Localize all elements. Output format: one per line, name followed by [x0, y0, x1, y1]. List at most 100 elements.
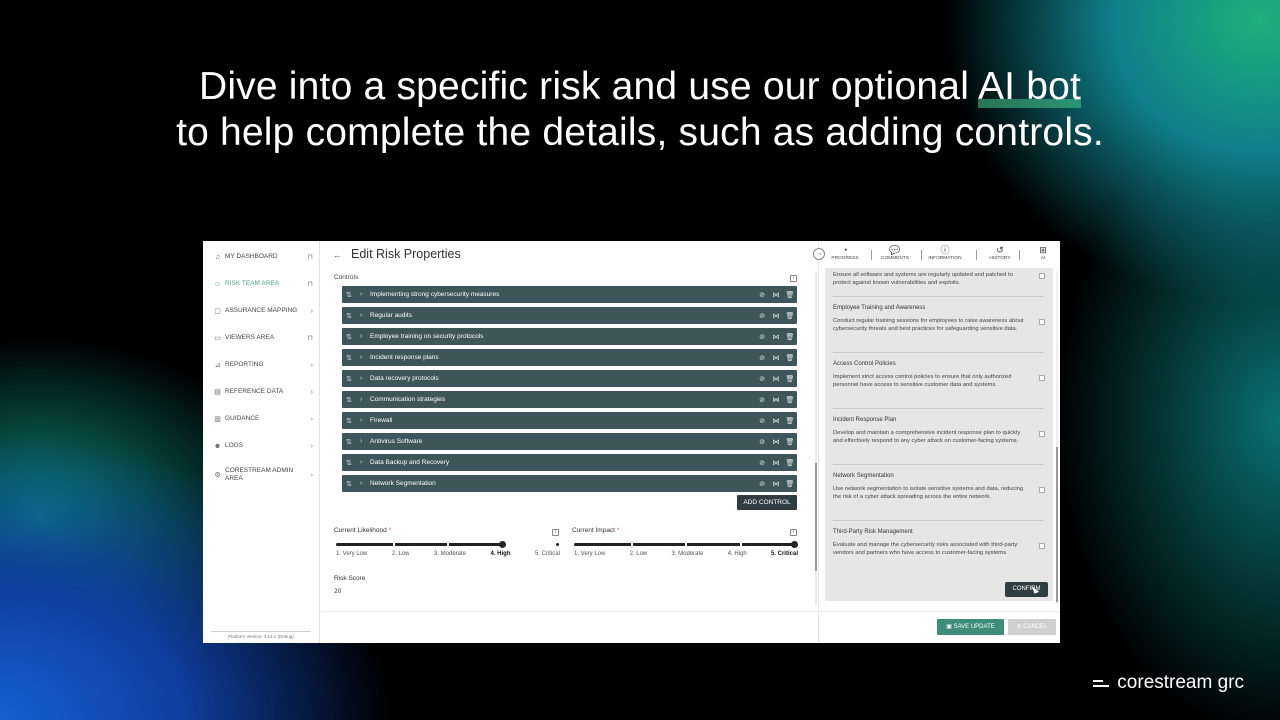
panel-scrollbar-thumb[interactable]: [1056, 447, 1058, 602]
info-icon[interactable]: i: [790, 529, 797, 536]
suggestion-checkbox[interactable]: [1039, 431, 1045, 437]
slider-option[interactable]: 5. Critical: [535, 551, 560, 557]
chevron-right-icon[interactable]: ›: [360, 375, 370, 382]
likelihood-slider[interactable]: 1. Very Low 2. Low 3. Moderate 4. High 5. Cr…: [336, 541, 560, 561]
sidebar-item-corestream-admin-area[interactable]: ⚙ CORESTREAM ADMIN AREA ›: [213, 466, 313, 484]
delete-icon[interactable]: 🗑: [783, 417, 797, 425]
sidebar-item-guidance[interactable]: ▥ GUIDANCE ›: [213, 412, 313, 426]
delete-icon[interactable]: 🗑: [783, 459, 797, 467]
sidebar-item-my-dashboard[interactable]: ♫ MY DASHBOARD ⊓: [213, 250, 313, 264]
back-arrow-icon[interactable]: ←: [333, 250, 342, 260]
chevron-right-icon[interactable]: ›: [360, 291, 370, 298]
chevron-right-icon[interactable]: ›: [360, 396, 370, 403]
chevron-right-icon[interactable]: ›: [360, 417, 370, 424]
impact-slider[interactable]: 1. Very Low 2. Low 3. Moderate 4. High 5. Cr…: [574, 541, 798, 561]
bookmark-icon[interactable]: ⊓: [305, 253, 313, 261]
suggestion-checkbox[interactable]: [1039, 273, 1045, 279]
slider-option[interactable]: 2. Low: [392, 551, 410, 557]
bookmark-icon[interactable]: ⊓: [305, 334, 313, 342]
tab-progress[interactable]: ◔ PROGRESS: [825, 244, 865, 261]
info-icon[interactable]: i: [552, 529, 559, 536]
slider-track[interactable]: [336, 543, 504, 546]
drag-handle-icon[interactable]: ⇅: [346, 459, 360, 467]
drag-handle-icon[interactable]: ⇅: [346, 480, 360, 488]
chevron-right-icon[interactable]: ›: [360, 333, 370, 340]
tab-ai[interactable]: ⊞ AI: [1023, 244, 1060, 261]
unlink-icon[interactable]: ⋈: [769, 480, 783, 488]
unlink-icon[interactable]: ⋈: [769, 396, 783, 404]
scrollbar-thumb[interactable]: [815, 463, 817, 571]
link-icon[interactable]: ⊘: [755, 291, 769, 299]
control-row[interactable]: ⇅ › Incident response plans ⊘ ⋈ 🗑: [342, 349, 797, 366]
slider-option[interactable]: 1. Very Low: [574, 551, 605, 557]
slider-option[interactable]: 3. Moderate: [671, 551, 703, 557]
sidebar-item-assurance-mapping[interactable]: ▢ ASSURANCE MAPPING ›: [213, 304, 313, 318]
link-icon[interactable]: ⊘: [755, 438, 769, 446]
control-row[interactable]: ⇅ › Antivirus Software ⊘ ⋈ 🗑: [342, 433, 797, 450]
unlink-icon[interactable]: ⋈: [769, 354, 783, 362]
bookmark-icon[interactable]: ⊓: [305, 280, 313, 288]
drag-handle-icon[interactable]: ⇅: [346, 438, 360, 446]
slider-handle[interactable]: [499, 541, 506, 548]
link-icon[interactable]: ⊘: [755, 375, 769, 383]
confirm-button[interactable]: CONFIRM: [1005, 582, 1048, 597]
link-icon[interactable]: ⊘: [755, 459, 769, 467]
control-row[interactable]: ⇅ › Regular audits ⊘ ⋈ 🗑: [342, 307, 797, 324]
drag-handle-icon[interactable]: ⇅: [346, 354, 360, 362]
control-row[interactable]: ⇅ › Communication strategies ⊘ ⋈ 🗑: [342, 391, 797, 408]
chevron-right-icon[interactable]: ›: [360, 480, 370, 487]
chevron-right-icon[interactable]: ›: [360, 354, 370, 361]
link-icon[interactable]: ⊘: [755, 354, 769, 362]
suggestion-checkbox[interactable]: [1039, 375, 1045, 381]
slider-option[interactable]: 3. Moderate: [434, 551, 466, 557]
slider-option[interactable]: 2. Low: [630, 551, 648, 557]
suggestion-checkbox[interactable]: [1039, 543, 1045, 549]
suggestion-checkbox[interactable]: [1039, 487, 1045, 493]
drag-handle-icon[interactable]: ⇅: [346, 291, 360, 299]
unlink-icon[interactable]: ⋈: [769, 333, 783, 341]
tab-information[interactable]: ⓘ INFORMATION: [925, 244, 965, 261]
delete-icon[interactable]: 🗑: [783, 333, 797, 341]
link-icon[interactable]: ⊘: [755, 480, 769, 488]
control-row[interactable]: ⇅ › Employee training on security protocol…: [342, 328, 797, 345]
link-icon[interactable]: ⊘: [755, 396, 769, 404]
unlink-icon[interactable]: ⋈: [769, 375, 783, 383]
delete-icon[interactable]: 🗑: [783, 312, 797, 320]
link-icon[interactable]: ⊘: [755, 312, 769, 320]
suggestion-checkbox[interactable]: [1039, 319, 1045, 325]
sidebar-item-reference-data[interactable]: ▤ REFERENCE DATA ›: [213, 385, 313, 399]
unlink-icon[interactable]: ⋈: [769, 417, 783, 425]
cancel-button[interactable]: ⊘ CANCEL: [1008, 619, 1056, 635]
control-row[interactable]: ⇅ › Data Backup and Recovery ⊘ ⋈ 🗑: [342, 454, 797, 471]
delete-icon[interactable]: 🗑: [783, 396, 797, 404]
link-icon[interactable]: ⊘: [755, 417, 769, 425]
delete-icon[interactable]: 🗑: [783, 291, 797, 299]
chevron-right-icon[interactable]: ›: [360, 438, 370, 445]
drag-handle-icon[interactable]: ⇅: [346, 417, 360, 425]
delete-icon[interactable]: 🗑: [783, 438, 797, 446]
drag-handle-icon[interactable]: ⇅: [346, 396, 360, 404]
control-row[interactable]: ⇅ › Firewall ⊘ ⋈ 🗑: [342, 412, 797, 429]
delete-icon[interactable]: 🗑: [783, 354, 797, 362]
slider-option[interactable]: 4. High: [490, 551, 510, 557]
drag-handle-icon[interactable]: ⇅: [346, 375, 360, 383]
sidebar-item-reporting[interactable]: ⊿ REPORTING ›: [213, 358, 313, 372]
slider-option[interactable]: 4. High: [728, 551, 747, 557]
drag-handle-icon[interactable]: ⇅: [346, 333, 360, 341]
info-icon[interactable]: i: [790, 275, 797, 282]
slider-option[interactable]: 1. Very Low: [336, 551, 367, 557]
delete-icon[interactable]: 🗑: [783, 375, 797, 383]
chevron-right-icon[interactable]: ›: [360, 459, 370, 466]
control-row[interactable]: ⇅ › Network Segmentation ⊘ ⋈ 🗑: [342, 475, 797, 492]
slider-option[interactable]: 5. Critical: [771, 551, 798, 557]
unlink-icon[interactable]: ⋈: [769, 438, 783, 446]
unlink-icon[interactable]: ⋈: [769, 312, 783, 320]
control-row[interactable]: ⇅ › Data recovery protocols ⊘ ⋈ 🗑: [342, 370, 797, 387]
link-icon[interactable]: ⊘: [755, 333, 769, 341]
sidebar-item-viewers-area[interactable]: ▭ VIEWERS AREA ⊓: [213, 331, 313, 345]
drag-handle-icon[interactable]: ⇅: [346, 312, 360, 320]
tab-history[interactable]: ↺ HISTORY: [980, 244, 1020, 261]
unlink-icon[interactable]: ⋈: [769, 459, 783, 467]
delete-icon[interactable]: 🗑: [783, 480, 797, 488]
control-row[interactable]: ⇅ › Implementing strong cybersecurity meas…: [342, 286, 797, 303]
